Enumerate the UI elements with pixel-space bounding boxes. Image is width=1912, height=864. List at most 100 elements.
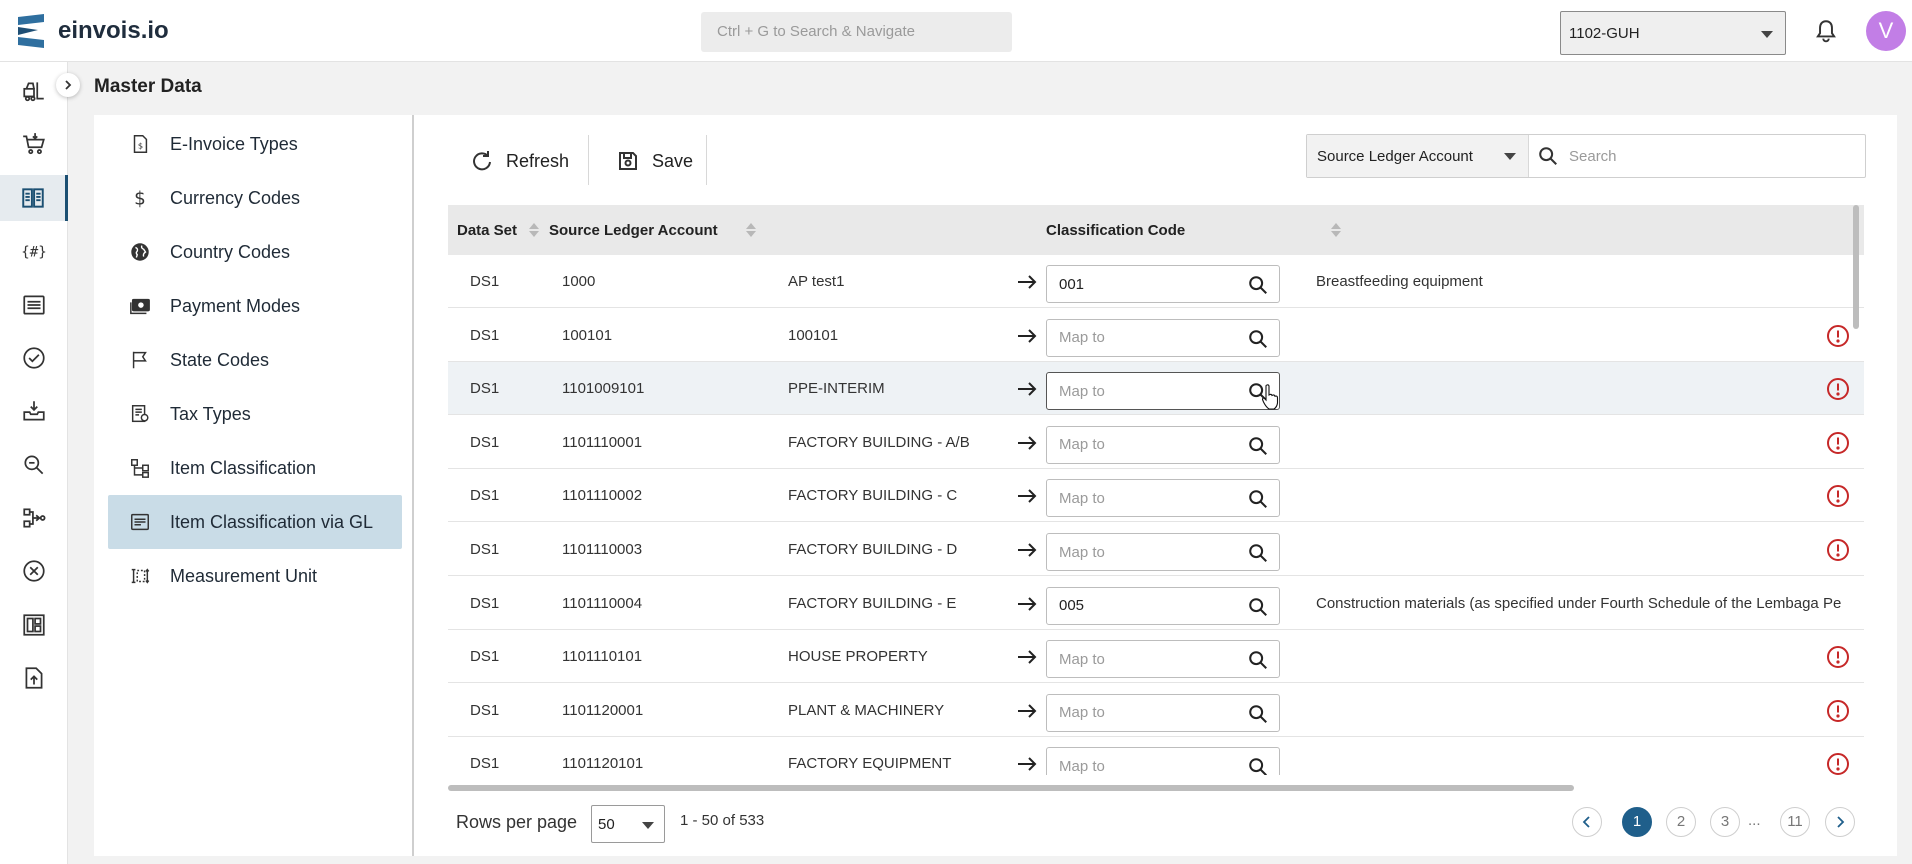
table-row[interactable]: DS1 1101110003 FACTORY BUILDING - D — [448, 523, 1864, 576]
warning-info-icon[interactable] — [1826, 431, 1850, 455]
classification-code-input[interactable] — [1059, 748, 1239, 775]
rail-item-flow[interactable] — [0, 495, 68, 541]
filter-field-select[interactable]: Source Ledger Account — [1307, 135, 1529, 177]
subnav-item-country-codes[interactable]: Country Codes — [108, 225, 402, 279]
sort-icon[interactable] — [1331, 222, 1342, 238]
svg-text:{#}: {#} — [21, 244, 46, 260]
column-header-classification-code[interactable]: Classification Code — [1046, 205, 1342, 255]
classification-code-field[interactable] — [1046, 265, 1280, 303]
rail-expand-button[interactable] — [56, 73, 80, 97]
table-row[interactable]: DS1 1000 AP test1 Breastfeeding equipment — [448, 255, 1864, 308]
cancel-circle-icon — [23, 560, 45, 582]
warning-info-icon[interactable] — [1826, 645, 1850, 669]
pagination-range: 1 - 50 of 533 — [680, 812, 765, 829]
rail-item-inbox[interactable] — [0, 388, 68, 434]
table-search-input[interactable] — [1569, 136, 1859, 176]
hierarchy-icon — [126, 454, 154, 482]
classification-code-input[interactable] — [1059, 641, 1239, 678]
classification-code-field[interactable] — [1046, 318, 1280, 357]
global-search-input[interactable]: Ctrl + G to Search & Navigate — [701, 12, 1012, 52]
warning-info-icon[interactable] — [1826, 752, 1850, 775]
search-icon[interactable] — [1247, 435, 1269, 457]
entity-select[interactable]: 1102-GUH — [1560, 11, 1786, 55]
warning-info-icon[interactable] — [1826, 484, 1850, 508]
rail-item-cancel[interactable] — [0, 548, 68, 594]
classification-code-field[interactable] — [1046, 693, 1280, 732]
pagination-page-11[interactable]: 11 — [1780, 807, 1810, 837]
classification-code-field[interactable] — [1046, 479, 1280, 518]
warning-info-icon[interactable] — [1826, 538, 1850, 562]
classification-code-field[interactable] — [1046, 640, 1280, 679]
search-icon[interactable] — [1247, 596, 1269, 618]
pagination-next-button[interactable] — [1825, 807, 1855, 837]
table-row[interactable]: DS1 1101110002 FACTORY BUILDING - C — [448, 469, 1864, 523]
horizontal-scrollbar[interactable] — [448, 785, 1574, 791]
table-row[interactable]: DS1 1101110101 HOUSE PROPERTY — [448, 630, 1864, 684]
cell-data-set: DS1 — [470, 326, 500, 344]
subnav-item-item-classification[interactable]: Item Classification — [108, 441, 402, 495]
search-icon[interactable] — [1247, 756, 1269, 775]
refresh-button[interactable]: Refresh — [468, 141, 569, 181]
sort-icon[interactable] — [745, 222, 756, 238]
table-row[interactable]: DS1 1101120001 PLANT & MACHINERY — [448, 684, 1864, 737]
subnav-item-currency-codes[interactable]: $ Currency Codes — [108, 171, 402, 225]
classification-code-input[interactable] — [1059, 534, 1239, 570]
subnav-item-item-classification-via-gl[interactable]: Item Classification via GL — [108, 495, 402, 549]
subnav-item-payment-modes[interactable]: Payment Modes — [108, 279, 402, 333]
classification-code-input[interactable] — [1059, 373, 1239, 410]
search-icon[interactable] — [1247, 703, 1269, 725]
save-button[interactable]: Save — [614, 141, 693, 181]
sort-icon[interactable] — [529, 222, 540, 238]
classification-code-input[interactable] — [1059, 694, 1239, 731]
save-icon — [614, 147, 642, 175]
table-row[interactable]: DS1 1101120101 FACTORY EQUIPMENT — [448, 737, 1864, 775]
classification-code-input[interactable] — [1059, 319, 1239, 356]
classification-code-field[interactable] — [1046, 533, 1280, 571]
classification-code-input[interactable] — [1059, 266, 1239, 302]
rail-item-master-data[interactable] — [0, 175, 68, 221]
vertical-scrollbar[interactable] — [1853, 205, 1859, 329]
subnav-item-state-codes[interactable]: State Codes — [108, 333, 402, 387]
classification-code-input[interactable] — [1059, 480, 1239, 517]
warning-info-icon[interactable] — [1826, 377, 1850, 401]
search-icon[interactable] — [1247, 274, 1269, 296]
warning-info-icon[interactable] — [1826, 699, 1850, 723]
search-icon[interactable] — [1247, 328, 1269, 350]
table-row[interactable]: DS1 1101110001 FACTORY BUILDING - A/B — [448, 416, 1864, 469]
table-row[interactable]: DS1 1101110004 FACTORY BUILDING - E Constru… — [448, 577, 1864, 630]
column-header-data-set[interactable]: Data Set — [457, 205, 540, 255]
search-icon[interactable] — [1247, 649, 1269, 671]
classification-code-field[interactable] — [1046, 372, 1280, 411]
classification-code-field[interactable] — [1046, 586, 1280, 625]
subnav-item-e-invoice-types[interactable]: $ E-Invoice Types — [108, 117, 402, 171]
pagination-prev-button[interactable] — [1572, 807, 1602, 837]
subnav-label: Measurement Unit — [170, 565, 318, 586]
rail-item-list[interactable] — [0, 282, 68, 328]
rows-per-page-select[interactable]: 50 — [591, 805, 665, 843]
column-header-source-ledger-account[interactable]: Source Ledger Account — [549, 205, 756, 255]
pagination-page-3[interactable]: 3 — [1710, 807, 1740, 837]
subnav-item-measurement-unit[interactable]: Measurement Unit — [108, 549, 402, 603]
rail-item-search[interactable] — [0, 442, 68, 488]
rail-item-upload[interactable] — [0, 655, 68, 701]
search-icon[interactable] — [1247, 488, 1269, 510]
classification-code-field[interactable] — [1046, 425, 1280, 464]
app-logo[interactable]: einvois.io — [18, 14, 169, 48]
pagination-page-1[interactable]: 1 — [1622, 807, 1652, 837]
search-icon[interactable] — [1247, 542, 1269, 564]
cell-data-set: DS1 — [470, 380, 500, 398]
classification-code-input[interactable] — [1059, 587, 1239, 624]
table-row[interactable]: DS1 100101 100101 — [448, 309, 1864, 362]
user-avatar[interactable]: V — [1866, 11, 1906, 51]
rail-item-cart[interactable] — [0, 121, 68, 167]
rail-item-approve[interactable] — [0, 335, 68, 381]
bell-icon[interactable] — [1813, 18, 1839, 44]
warning-info-icon[interactable] — [1826, 324, 1850, 348]
classification-code-field[interactable] — [1046, 747, 1280, 775]
classification-code-input[interactable] — [1059, 426, 1239, 463]
rail-item-variables[interactable]: {#} — [0, 228, 68, 274]
rail-item-dashboard[interactable] — [0, 602, 68, 648]
subnav-item-tax-types[interactable]: Tax Types — [108, 387, 402, 441]
pagination-page-2[interactable]: 2 — [1666, 807, 1696, 837]
table-row[interactable]: DS1 1101009101 PPE-INTERIM — [448, 362, 1864, 416]
